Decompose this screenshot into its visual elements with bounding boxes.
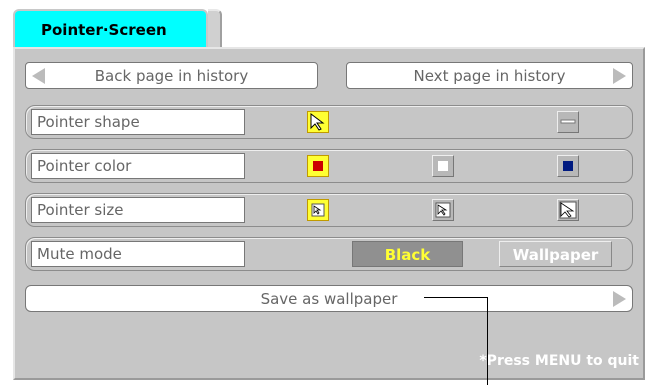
pointer-color-navy-option[interactable] [557, 155, 579, 177]
tab-edge [208, 9, 222, 49]
callout-line [424, 297, 488, 298]
next-page-button[interactable]: Next page in history [346, 62, 633, 89]
pointer-arrow-option[interactable] [307, 111, 329, 133]
pointer-color-label: Pointer color [31, 153, 245, 179]
tab-pointer-screen[interactable]: Pointer·Screen [13, 9, 208, 47]
back-page-label: Back page in history [94, 67, 249, 85]
large-arrow-icon [559, 201, 577, 219]
pointer-color-white-option[interactable] [432, 155, 454, 177]
white-swatch-icon [438, 161, 448, 171]
pointer-size-large-option[interactable] [557, 199, 579, 221]
small-arrow-icon [311, 203, 325, 217]
pointer-size-small-option[interactable] [307, 199, 329, 221]
mute-black-option[interactable]: Black [352, 241, 463, 267]
pointer-size-medium-option[interactable] [432, 199, 454, 221]
pointer-shape-label: Pointer shape [31, 109, 245, 135]
save-as-wallpaper-button[interactable]: Save as wallpaper [25, 285, 633, 312]
right-arrow-icon [613, 291, 626, 307]
pointer-color-red-option[interactable] [307, 155, 329, 177]
red-swatch-icon [313, 161, 323, 171]
back-page-button[interactable]: Back page in history [25, 62, 318, 89]
mute-wallpaper-option[interactable]: Wallpaper [499, 241, 612, 267]
right-arrow-icon [613, 68, 626, 84]
medium-arrow-icon [435, 202, 451, 218]
pointer-bar-option[interactable] [557, 111, 579, 133]
save-as-wallpaper-label: Save as wallpaper [260, 290, 398, 308]
quit-hint: *Press MENU to quit [479, 353, 639, 369]
mute-mode-label: Mute mode [31, 241, 245, 267]
pointer-size-label: Pointer size [31, 197, 245, 223]
arrow-pointer-icon [310, 113, 325, 131]
callout-line-vertical [487, 297, 488, 385]
bar-pointer-icon [560, 119, 576, 124]
tab-label: Pointer·Screen [41, 21, 167, 39]
next-page-label: Next page in history [413, 67, 566, 85]
navy-swatch-icon [563, 161, 573, 171]
